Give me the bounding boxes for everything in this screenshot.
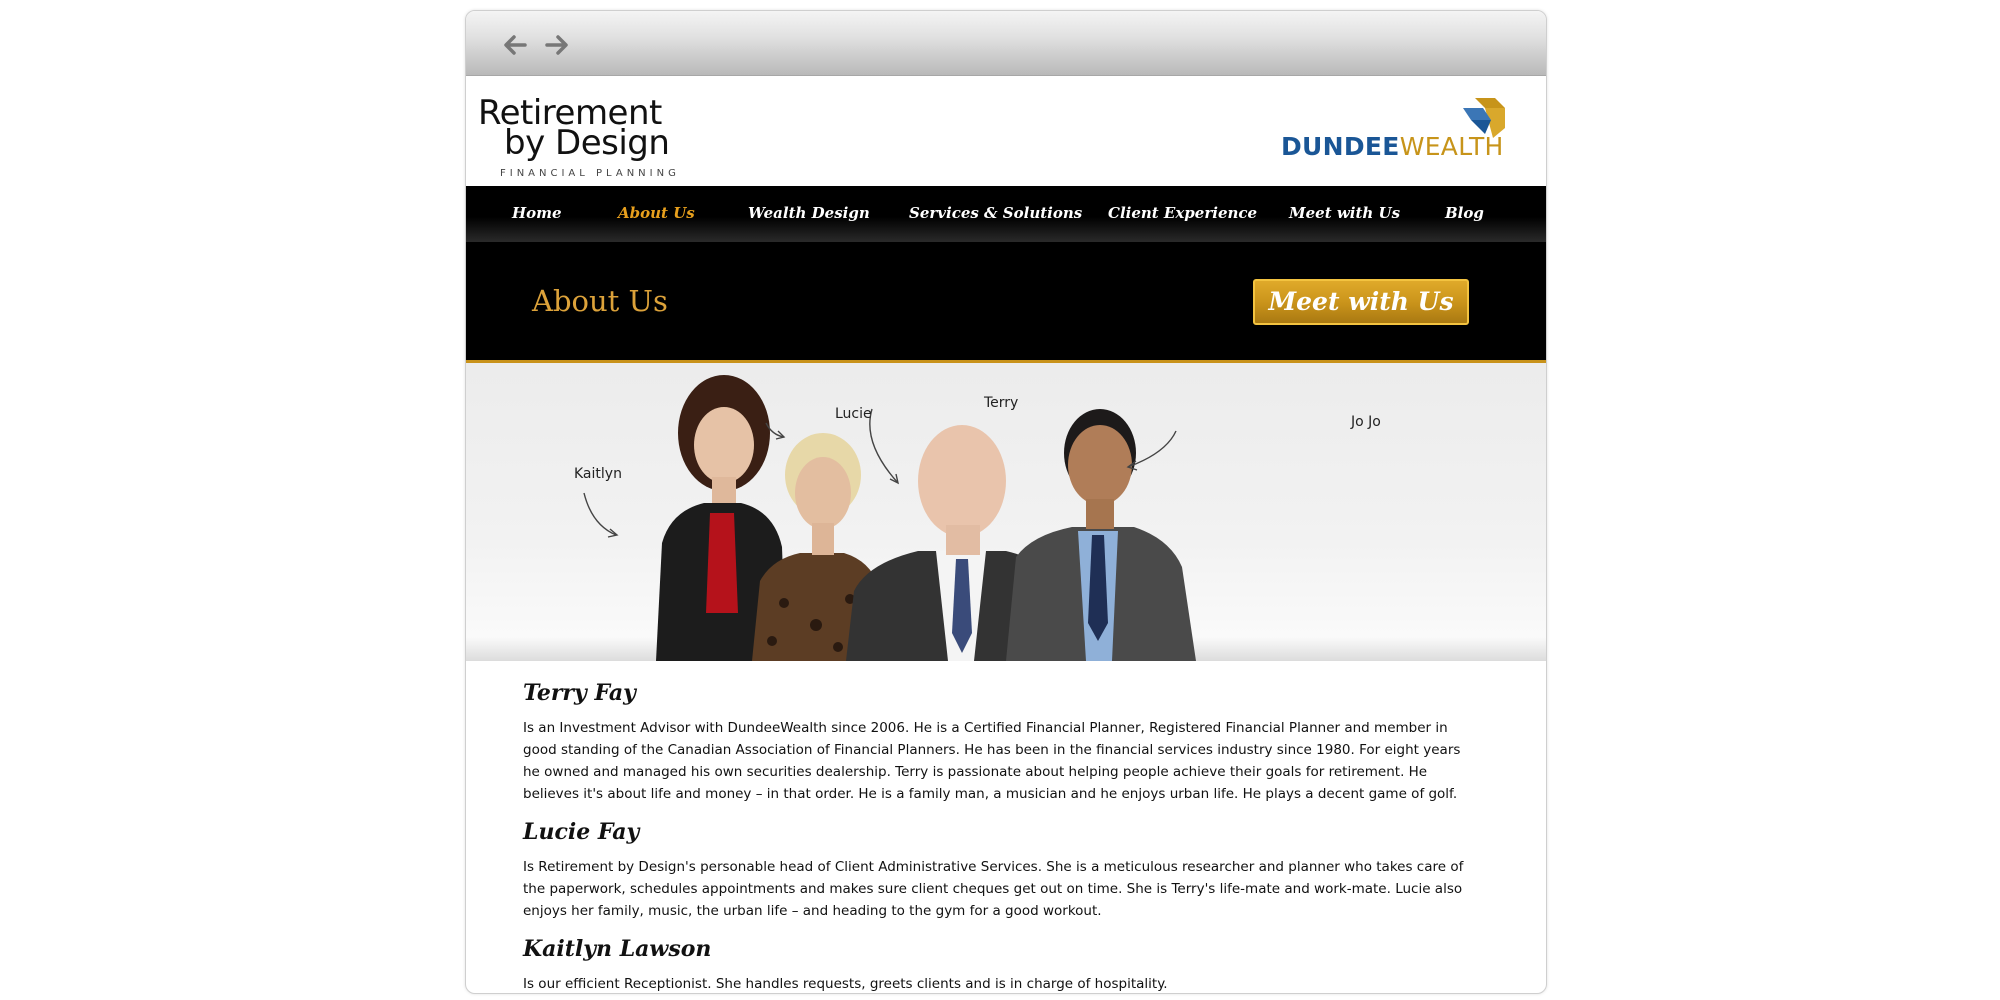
person-bio: Is our efficient Receptionist. She handl… bbox=[523, 976, 1168, 992]
page-title: About Us bbox=[532, 284, 668, 318]
team-bios: Terry Fay Is an Investment Advisor with … bbox=[523, 679, 1473, 993]
back-arrow-icon[interactable] bbox=[499, 31, 531, 59]
bio-lucie: Lucie Fay Is Retirement by Design's pers… bbox=[523, 818, 1473, 922]
wealth-text: WEALTH bbox=[1399, 132, 1504, 161]
nav-client-experience[interactable]: Client Experience bbox=[1108, 204, 1257, 222]
browser-window: Retirement by Design FINANCIAL PLANNING … bbox=[465, 10, 1547, 994]
person-bio: Is an Investment Advisor with DundeeWeal… bbox=[523, 720, 1461, 802]
nav-services-solutions[interactable]: Services & Solutions bbox=[909, 204, 1082, 222]
bio-terry: Terry Fay Is an Investment Advisor with … bbox=[523, 679, 1473, 805]
logo-subtitle: FINANCIAL PLANNING bbox=[500, 168, 680, 179]
team-photo: Kaitlyn Lucie Terry Jo Jo bbox=[466, 363, 1546, 661]
dundee-text: DUNDEE bbox=[1281, 132, 1400, 161]
photo-label-kaitlyn: Kaitlyn bbox=[574, 466, 622, 482]
bio-kaitlyn: Kaitlyn Lawson Is our efficient Receptio… bbox=[523, 935, 1473, 993]
nav-wealth-design[interactable]: Wealth Design bbox=[748, 204, 870, 222]
site-header: Retirement by Design FINANCIAL PLANNING … bbox=[466, 76, 1546, 186]
photo-label-jojo: Jo Jo bbox=[1351, 414, 1381, 430]
forward-arrow-icon[interactable] bbox=[541, 31, 573, 59]
page-hero: About Us Meet with Us bbox=[466, 242, 1546, 363]
person-bio: Is Retirement by Design's personable hea… bbox=[523, 859, 1464, 919]
person-jojo bbox=[1006, 409, 1196, 661]
person-name: Lucie Fay bbox=[523, 819, 640, 845]
nav-blog[interactable]: Blog bbox=[1445, 204, 1484, 222]
dundeewealth-wordmark: DUNDEEWEALTH bbox=[1281, 132, 1504, 161]
person-name: Kaitlyn Lawson bbox=[523, 936, 712, 962]
nav-meet-with-us[interactable]: Meet with Us bbox=[1289, 204, 1400, 222]
nav-home[interactable]: Home bbox=[512, 204, 562, 222]
meet-with-us-button[interactable]: Meet with Us bbox=[1253, 279, 1469, 325]
logo-line-2: by Design bbox=[504, 123, 670, 163]
main-navigation: Home About Us Wealth Design Services & S… bbox=[466, 186, 1546, 242]
browser-toolbar bbox=[466, 11, 1546, 76]
person-name: Terry Fay bbox=[523, 680, 636, 706]
nav-about-us[interactable]: About Us bbox=[618, 204, 695, 222]
photo-label-terry: Terry bbox=[984, 395, 1019, 411]
photo-label-lucie: Lucie bbox=[835, 406, 872, 422]
retirement-by-design-logo[interactable]: Retirement by Design FINANCIAL PLANNING bbox=[478, 96, 676, 186]
dundeewealth-logo[interactable]: DUNDEEWEALTH bbox=[1281, 94, 1521, 164]
